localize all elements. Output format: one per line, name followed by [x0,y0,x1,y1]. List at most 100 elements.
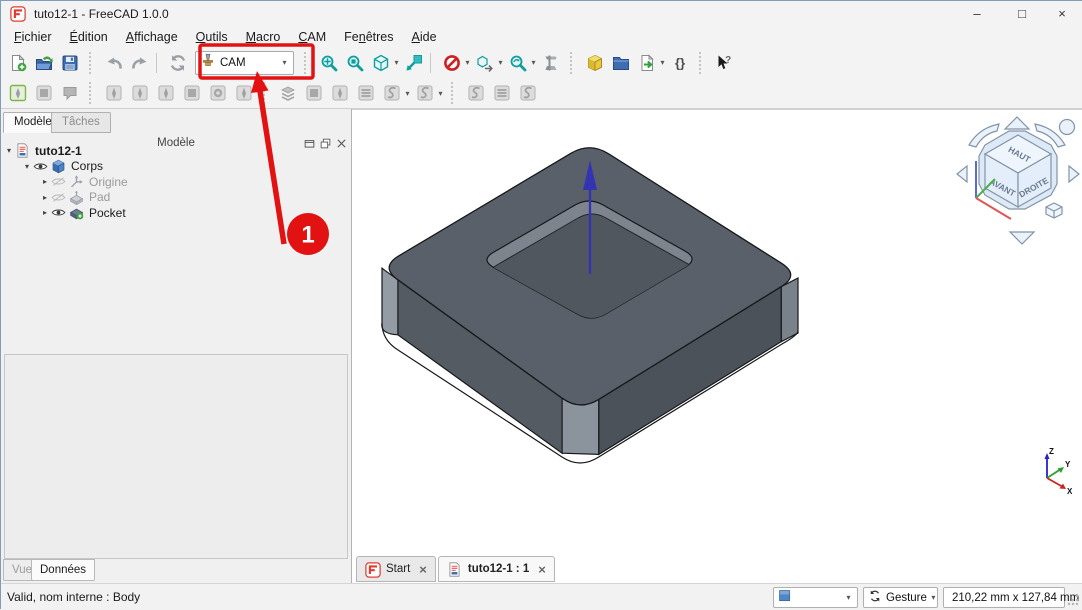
go-to-selection-icon[interactable] [401,50,427,76]
menu-aide[interactable]: Aide [403,28,446,46]
new-document-icon[interactable] [5,50,31,76]
chevron-down-icon[interactable]: ▾ [463,58,472,67]
menu-cam[interactable]: CAM [289,28,335,46]
menu-affichage[interactable]: Affichage [117,28,187,46]
axis-indicator: Z Y X [1035,445,1075,495]
tab-donnees[interactable]: Données [31,559,95,581]
tree-item-label: Corps [71,159,103,173]
cam-toolbit-library-icon[interactable] [127,80,153,106]
close-button[interactable]: × [1041,1,1082,27]
tab-tuto12-1[interactable]: tuto12-1 : 1 × [438,556,555,582]
tree-item-origine[interactable]: ▸ Origine [39,174,128,189]
resize-grip[interactable] [1067,594,1079,606]
cam-simulate-icon[interactable] [515,80,541,106]
toolbar-separator [156,53,162,73]
chevron-down-icon: ▾ [280,58,289,67]
cam-toolbit-dock-icon[interactable] [101,80,127,106]
toolbar-separator [451,82,460,104]
draw-style-selector[interactable]: ▾ [773,587,858,608]
cam-inspect-icon[interactable] [57,80,83,106]
cam-post-process-icon[interactable] [31,80,57,106]
expressions-icon[interactable]: {} [667,50,693,76]
undo-icon[interactable] [101,50,127,76]
expander-icon[interactable]: ▸ [39,177,51,186]
menu-outils[interactable]: Outils [187,28,237,46]
tree-item-pad[interactable]: ▸ Pad [39,190,110,205]
expander-icon[interactable]: ▾ [21,162,33,171]
freecad-logo-icon [10,6,26,22]
cam-array-icon[interactable] [489,80,515,106]
chevron-down-icon[interactable]: ▾ [529,58,538,67]
eye-open-icon [33,159,49,174]
chevron-down-icon[interactable]: ▾ [436,89,445,98]
toolbar-standard: CAM▾▾▾▾▾▾{}? [1,47,1082,78]
chevron-down-icon[interactable]: ▾ [392,58,401,67]
tab-taches[interactable]: Tâches [51,112,111,133]
zoom-selection-icon[interactable] [342,50,368,76]
expander-icon[interactable]: ▸ [39,208,51,217]
cam-helix-icon[interactable] [379,80,405,106]
dimension-selector[interactable]: 210,22 mm x 127,84 mm ▾ [943,587,1065,608]
chevron-down-icon[interactable]: ▾ [658,58,667,67]
cam-pocket-icon[interactable] [301,80,327,106]
cam-adaptive-icon[interactable] [463,80,489,106]
status-message: Valid, nom interne : Body [7,590,140,604]
menu-edition[interactable]: Édition [61,28,117,46]
create-group-icon[interactable] [608,50,634,76]
cam-drilling-icon[interactable] [327,80,353,106]
whats-this-icon[interactable]: ? [711,50,737,76]
menu-fichier[interactable]: Fichier [5,28,61,46]
refresh-icon[interactable] [165,50,191,76]
close-tab-icon[interactable]: × [538,562,546,577]
save-document-icon[interactable] [57,50,83,76]
redo-icon[interactable] [127,50,153,76]
zoom-fit-icon[interactable] [316,50,342,76]
create-part-icon[interactable] [582,50,608,76]
model-panel: Modèle Tâches Modèle ▾tuto12-1▾Corps▸Ori… [1,109,352,583]
tree-item-tuto12-1[interactable]: ▾tuto12-1 [3,143,82,158]
navigation-style-selector[interactable]: Gesture ▾ [863,587,938,608]
freecad-window: { "window": { "title": "tuto12-1 - FreeC… [0,0,1082,609]
tree-item-pocket[interactable]: ▸Pocket [39,205,126,220]
cam-circle-icon[interactable] [205,80,231,106]
tab-start[interactable]: Start × [356,556,436,582]
expander-icon[interactable]: ▸ [39,193,51,202]
zoom-sync-icon[interactable] [505,50,531,76]
cam-tool-controller-icon[interactable] [153,80,179,106]
menu-macro[interactable]: Macro [237,28,290,46]
expander-icon[interactable]: ▾ [3,146,15,155]
workbench-selector[interactable]: CAM▾ [195,51,294,75]
link-view-icon[interactable] [472,50,498,76]
cam-facing-icon[interactable] [353,80,379,106]
axis-label-z: Z [1049,447,1054,456]
mdi-tab-bar: Start × tuto12-1 : 1 × [356,556,557,583]
cam-job-icon[interactable] [5,80,31,106]
close-tab-icon[interactable]: × [419,562,427,577]
window-title: tuto12-1 - FreeCAD 1.0.0 [34,7,169,21]
tree-item-label: Origine [89,175,128,189]
chevron-down-icon[interactable]: ▾ [496,58,505,67]
menu-fenetres[interactable]: Fenêtres [335,28,402,46]
cam-profile-icon[interactable] [275,80,301,106]
axonometric-view-icon[interactable] [368,50,394,76]
gesture-icon [868,589,882,606]
tree-item-corps[interactable]: ▾ Corps [21,159,103,174]
chevron-down-icon[interactable]: ▾ [403,89,412,98]
toolbar-separator [89,52,98,74]
cam-face-icon[interactable] [179,80,205,106]
toolbar-separator [570,52,579,74]
cam-drills-icon[interactable] [231,80,257,106]
tab-tuto12-1-label: tuto12-1 : 1 [468,563,529,575]
navigation-cube[interactable]: HAUT AVANT DROITE [955,114,1081,248]
make-link-icon[interactable] [634,50,660,76]
3d-viewport[interactable]: HAUT AVANT DROITE Z Y X Start × [352,109,1082,583]
toolbar-separator [430,53,436,73]
open-document-icon[interactable] [31,50,57,76]
tree-item-label: Pad [89,190,110,204]
maximize-button[interactable]: □ [1001,1,1043,27]
measure-icon[interactable] [538,50,564,76]
cam-engrave-icon[interactable] [412,80,438,106]
clipping-plane-icon[interactable] [439,50,465,76]
freecad-logo-icon [365,562,380,577]
minimize-button[interactable]: – [956,1,998,27]
